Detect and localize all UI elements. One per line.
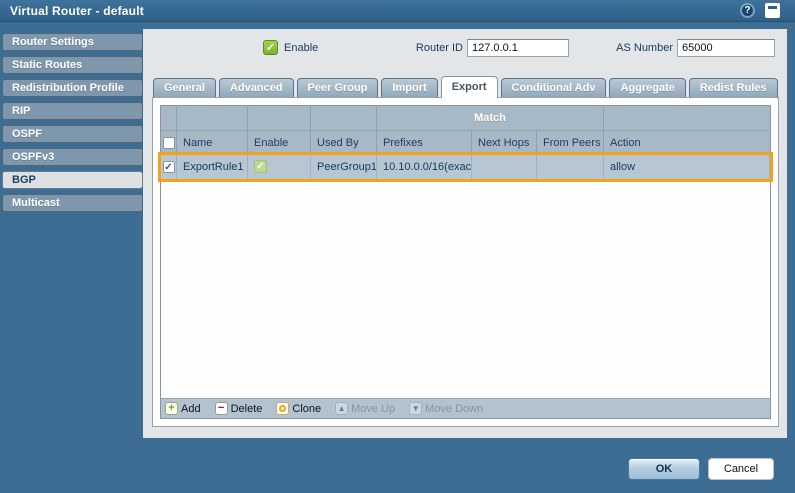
enable-label: Enable — [284, 42, 319, 54]
table-empty-area — [161, 179, 770, 398]
sidebar-item-bgp[interactable]: BGP — [2, 171, 143, 189]
tab-conditional-adv[interactable]: Conditional Adv — [500, 78, 607, 98]
cancel-button[interactable]: Cancel — [708, 458, 774, 480]
export-tab-content: Match Name Enable Used By Prefixes Next … — [152, 97, 779, 427]
enable-checkbox[interactable]: ✓ — [263, 40, 278, 55]
add-button[interactable]: + Add — [165, 402, 201, 415]
col-header-action[interactable]: Action — [604, 131, 770, 155]
col-header-used-by[interactable]: Used By — [311, 131, 377, 155]
match-group-header: Match — [377, 106, 604, 130]
add-icon: + — [165, 402, 178, 415]
table-row-exportrule1[interactable]: ✓ ExportRule1 ✓ PeerGroup1 10.10.0.0/16(… — [158, 152, 773, 182]
tab-general[interactable]: General — [153, 78, 216, 98]
move-down-button[interactable]: ▼ Move Down — [409, 402, 483, 415]
as-number-field[interactable] — [677, 39, 775, 57]
col-header-next-hops[interactable]: Next Hops — [472, 131, 537, 155]
table-column-header-row: Name Enable Used By Prefixes Next Hops F… — [161, 130, 770, 155]
cell-action: allow — [604, 155, 770, 179]
bgp-tab-strip: General Advanced Peer Group Import Expor… — [153, 76, 778, 98]
restore-window-icon[interactable] — [765, 3, 780, 18]
sidebar-nav: Router Settings Static Routes Redistribu… — [2, 33, 143, 217]
select-all-checkbox[interactable] — [162, 137, 175, 149]
help-icon[interactable]: ? — [740, 3, 755, 18]
cell-used-by: PeerGroup1 — [311, 155, 377, 179]
move-up-button[interactable]: ▲ Move Up — [335, 402, 395, 415]
tab-aggregate[interactable]: Aggregate — [609, 78, 686, 98]
cell-name: ExportRule1 — [177, 155, 248, 179]
sidebar-item-router-settings[interactable]: Router Settings — [2, 33, 143, 51]
router-id-field[interactable] — [467, 39, 569, 57]
export-rules-table: Match Name Enable Used By Prefixes Next … — [158, 105, 773, 419]
dialog-title: Virtual Router - default — [10, 4, 144, 18]
sidebar-item-static-routes[interactable]: Static Routes — [2, 56, 143, 74]
clone-button[interactable]: Clone — [276, 402, 321, 415]
sidebar-item-multicast[interactable]: Multicast — [2, 194, 143, 212]
tab-import[interactable]: Import — [381, 78, 438, 98]
ok-button[interactable]: OK — [628, 458, 700, 480]
tab-peer-group[interactable]: Peer Group — [296, 78, 379, 98]
cell-prefixes: 10.10.0.0/16(exact) — [377, 155, 472, 179]
delete-icon: − — [214, 402, 228, 415]
row-checkbox[interactable]: ✓ — [162, 161, 175, 173]
sidebar-item-ospf[interactable]: OSPF — [2, 125, 143, 143]
router-id-label: Router ID — [415, 42, 463, 54]
move-down-icon: ▼ — [409, 402, 423, 415]
as-number-label: AS Number — [616, 42, 673, 54]
tab-advanced[interactable]: Advanced — [218, 78, 294, 98]
table-group-header-row: Match — [161, 106, 770, 130]
col-header-prefixes[interactable]: Prefixes — [377, 131, 472, 155]
col-header-enable[interactable]: Enable — [248, 131, 311, 155]
clone-icon — [276, 402, 290, 415]
table-toolbar: + Add − Delete Clone ▲ Move Up ▼ Move Do… — [161, 398, 770, 418]
sidebar-item-ospfv3[interactable]: OSPFv3 — [2, 148, 143, 166]
row-enable-check-icon: ✓ — [254, 160, 267, 173]
tab-redist-rules[interactable]: Redist Rules — [688, 78, 778, 98]
dialog-titlebar: Virtual Router - default ? — [0, 0, 795, 22]
tab-export[interactable]: Export — [440, 76, 498, 98]
sidebar-item-rip[interactable]: RIP — [2, 102, 143, 120]
sidebar-item-redistribution-profile[interactable]: Redistribution Profile — [2, 79, 143, 97]
cell-next-hops — [472, 155, 537, 179]
col-header-name[interactable]: Name — [177, 131, 248, 155]
move-up-icon: ▲ — [335, 402, 349, 415]
delete-button[interactable]: − Delete — [214, 402, 262, 415]
cell-from-peers — [537, 155, 604, 179]
bgp-panel: ✓ Enable Router ID AS Number General Adv… — [143, 29, 787, 438]
col-header-from-peers[interactable]: From Peers — [537, 131, 604, 155]
